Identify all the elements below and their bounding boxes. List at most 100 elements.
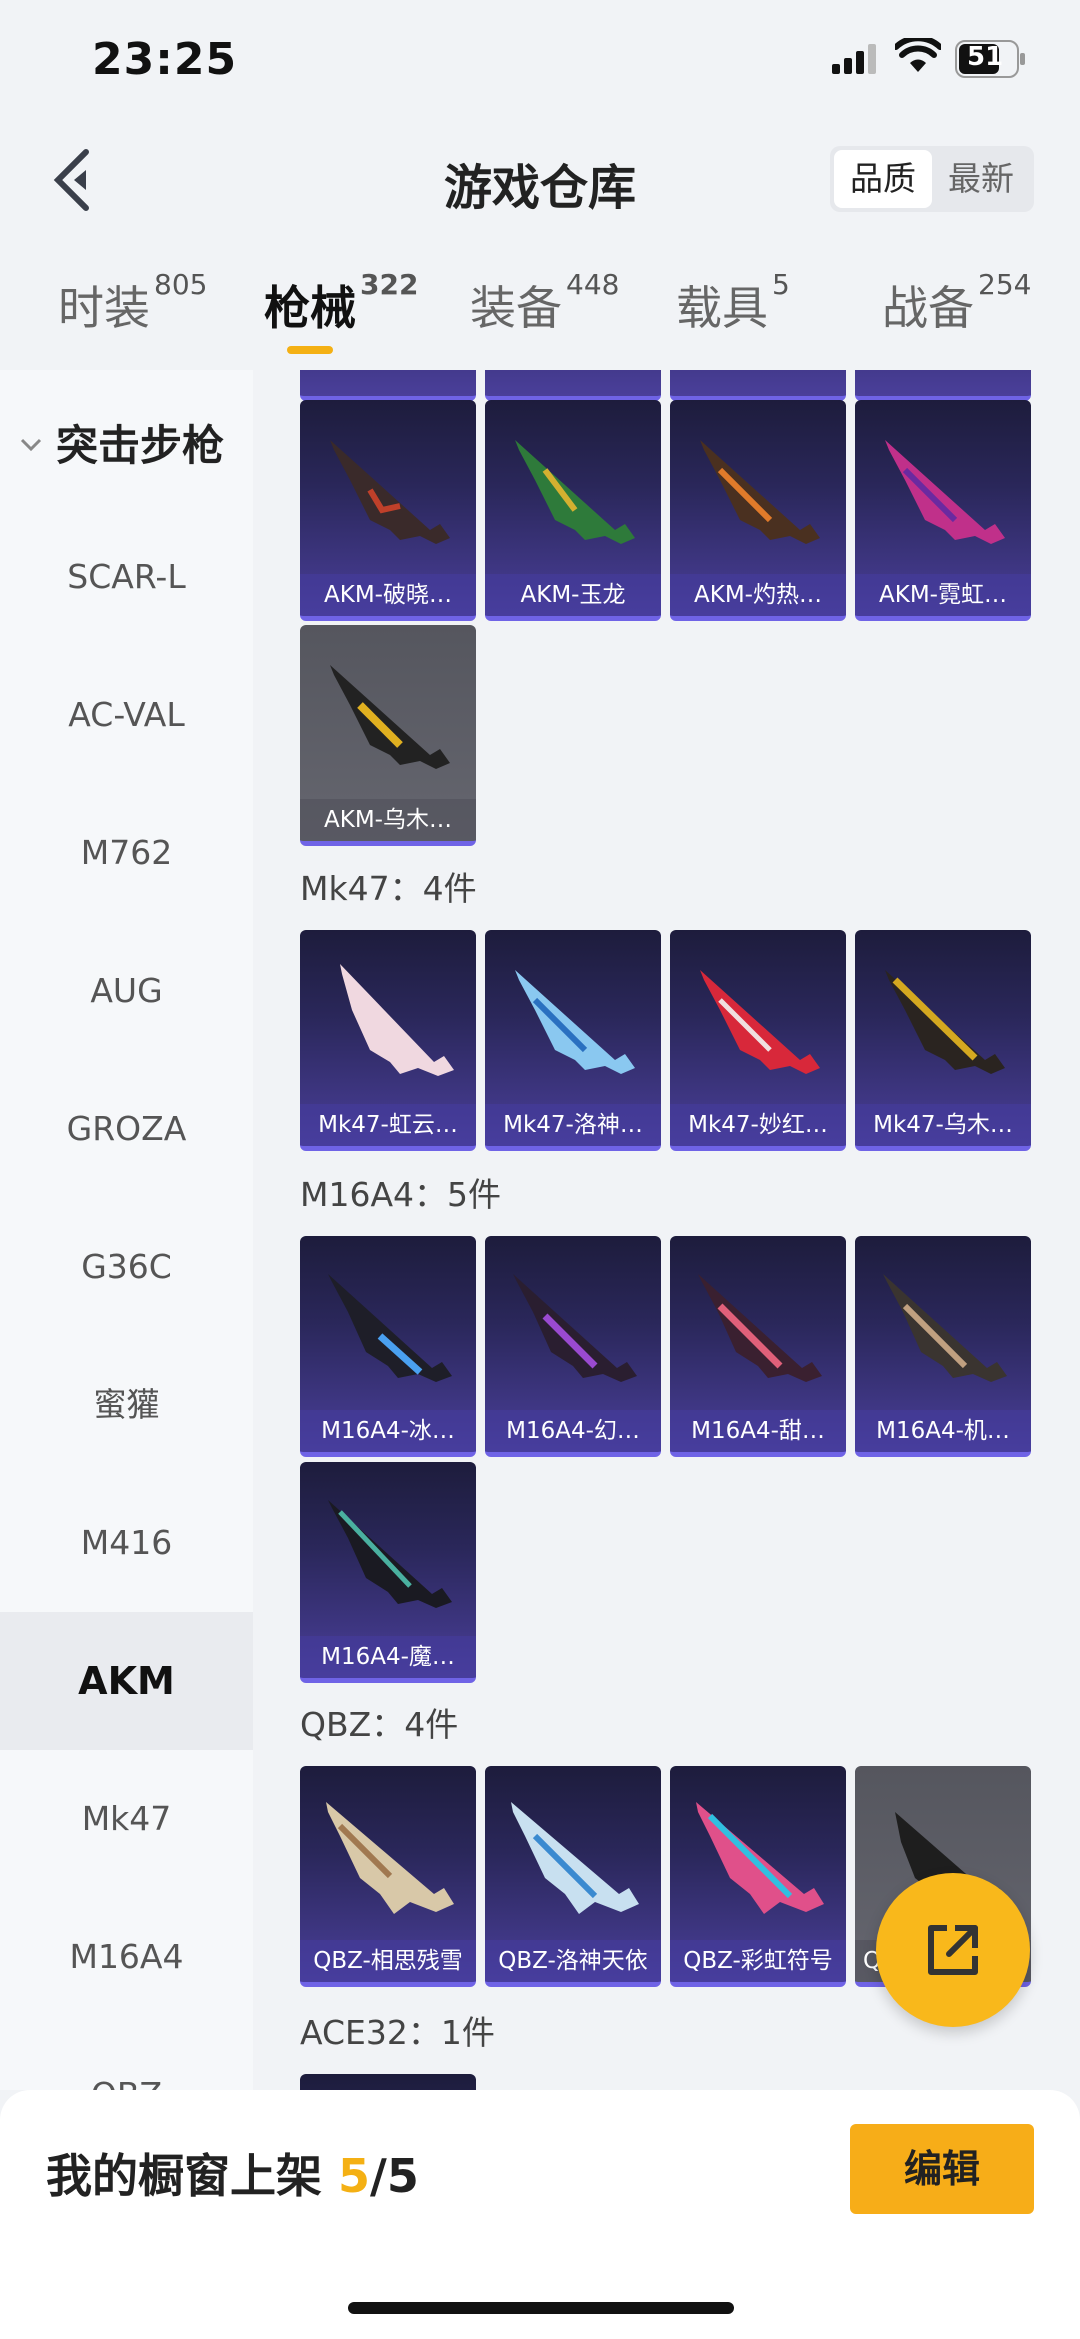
tab-guns[interactable]: 枪械 322 (264, 268, 418, 338)
sidebar-item-qbz[interactable]: QBZ (0, 2026, 253, 2090)
active-tab-indicator (287, 346, 333, 354)
skin-name: QBZ-洛神天依 (485, 1940, 661, 1982)
skin-card[interactable] (485, 370, 661, 401)
rifle-icon (700, 440, 820, 544)
skin-name: QBZ-彩虹符号 (670, 1940, 846, 1982)
tab-vehicles[interactable]: 载具 5 (676, 268, 790, 338)
section-title-ace32: ACE32：1件 (300, 2013, 495, 2052)
tab-count: 322 (360, 268, 419, 301)
skin-card[interactable]: M16A4-机… (855, 1236, 1031, 1457)
skin-card[interactable]: Mk47-洛神… (485, 930, 661, 1151)
skin-name: Mk47-妙红… (670, 1104, 846, 1146)
skin-name: M16A4-机… (855, 1410, 1031, 1452)
tab-label: 装备 (470, 281, 562, 335)
category-tabs: 时装 805 枪械 322 装备 448 载具 5 战备 254 (0, 262, 1080, 370)
sort-quality-button[interactable]: 品质 (834, 150, 932, 208)
section-title-qbz: QBZ：4件 (300, 1705, 459, 1744)
skin-name: AKM-灼热… (670, 574, 846, 616)
tab-fashion[interactable]: 时装 805 (58, 268, 207, 338)
skin-card[interactable]: QBZ-相思残雪 (300, 1766, 476, 1987)
sidebar-item-mk47[interactable]: Mk47 (0, 1750, 253, 1888)
skin-name: M16A4-幻… (485, 1410, 661, 1452)
skin-name: M16A4-冰… (300, 1410, 476, 1452)
nav-header: 游戏仓库 品质 最新 (0, 130, 1080, 230)
skin-card[interactable]: M16A4-甜… (670, 1236, 846, 1457)
edit-button[interactable]: 编辑 (850, 2124, 1034, 2214)
skin-card[interactable] (300, 370, 476, 401)
tab-equipment[interactable]: 装备 448 (470, 268, 619, 338)
rifle-icon (330, 440, 450, 544)
sidebar-item-akm[interactable]: AKM (0, 1612, 253, 1750)
tab-label: 战备 (882, 281, 974, 335)
rifle-icon (515, 970, 635, 1074)
rifle-icon (326, 1802, 454, 1914)
sidebar-item-scar-l[interactable]: SCAR-L (0, 508, 253, 646)
skin-card[interactable]: AKM-破晓… (300, 400, 476, 621)
tab-count: 5 (772, 268, 790, 301)
chevron-down-icon (20, 438, 42, 451)
share-external-icon (928, 1925, 978, 1975)
weapon-sidebar: 突击步枪 SCAR-L AC-VAL M762 AUG GROZA G36C 蜜… (0, 370, 253, 2090)
skin-card[interactable]: QBZ-洛神天依 (485, 1766, 661, 1987)
rifle-icon (885, 440, 1005, 544)
sidebar-item-g36c[interactable]: G36C (0, 1198, 253, 1336)
skin-card[interactable]: QBZ-彩虹符号 (670, 1766, 846, 1987)
skin-card[interactable]: M16A4-幻… (485, 1236, 661, 1457)
skin-name: AKM-霓虹… (855, 574, 1031, 616)
rifle-icon (328, 1274, 452, 1382)
rifle-icon (330, 665, 450, 769)
tab-label: 时装 (58, 281, 150, 335)
status-bar: 23:25 51 (0, 0, 1080, 120)
skin-card[interactable]: M16A4-魔… (300, 1462, 476, 1683)
skin-card[interactable] (855, 370, 1031, 401)
tab-count: 805 (154, 268, 208, 301)
skin-card[interactable]: AKM-霓虹… (855, 400, 1031, 621)
sidebar-category[interactable]: 突击步枪 (20, 412, 224, 473)
skin-name: AKM-破晓… (300, 574, 476, 616)
wifi-icon (895, 38, 941, 72)
skin-card[interactable]: AKM-玉龙 (485, 400, 661, 621)
battery-icon: 51 (955, 40, 1027, 78)
sidebar-item-m16a4[interactable]: M16A4 (0, 1888, 253, 2026)
sidebar-item-aug[interactable]: AUG (0, 922, 253, 1060)
share-fab-button[interactable] (876, 1873, 1030, 2027)
rifle-icon (700, 970, 820, 1074)
sidebar-item-groza[interactable]: GROZA (0, 1060, 253, 1198)
skin-name: Mk47-乌木… (855, 1104, 1031, 1146)
skin-grid: AKM-破晓… AKM-玉龙 AKM-灼热… AKM-霓虹… AKM-乌木… M… (253, 370, 1080, 2090)
rifle-icon (340, 964, 454, 1076)
rifle-icon (698, 1274, 822, 1382)
skin-card[interactable] (300, 2074, 476, 2090)
skin-name: AKM-玉龙 (485, 574, 661, 616)
section-title-m16a4: M16A4：5件 (300, 1175, 502, 1214)
sidebar-category-label: 突击步枪 (56, 421, 225, 470)
skin-card[interactable]: Mk47-乌木… (855, 930, 1031, 1151)
rifle-icon (696, 1802, 824, 1914)
home-indicator (348, 2302, 734, 2314)
skin-card[interactable] (670, 370, 846, 401)
sidebar-item-ac-val[interactable]: AC-VAL (0, 646, 253, 784)
skin-card[interactable]: Mk47-妙红… (670, 930, 846, 1151)
sidebar-item-honey-badger[interactable]: 蜜獾 (0, 1336, 253, 1474)
skin-card[interactable]: M16A4-冰… (300, 1236, 476, 1457)
rifle-icon (328, 1500, 452, 1608)
tab-label: 载具 (676, 281, 768, 335)
rifle-icon (515, 440, 635, 544)
skin-card[interactable]: AKM-乌木… (300, 625, 476, 846)
skin-card[interactable]: AKM-灼热… (670, 400, 846, 621)
skin-name: Mk47-洛神… (485, 1104, 661, 1146)
showcase-count: 5 (338, 2149, 371, 2203)
skin-name: QBZ-相思残雪 (300, 1940, 476, 1982)
tab-combat-gear[interactable]: 战备 254 (882, 268, 1031, 338)
sidebar-item-m762[interactable]: M762 (0, 784, 253, 922)
showcase-bar: 我的橱窗上架 5/5 编辑 (0, 2090, 1080, 2339)
sort-newest-button[interactable]: 最新 (932, 150, 1030, 208)
skin-name: Mk47-虹云… (300, 1104, 476, 1146)
status-time: 23:25 (92, 34, 238, 85)
rifle-icon (885, 970, 1005, 1074)
skin-name: AKM-乌木… (300, 799, 476, 841)
skin-card[interactable]: Mk47-虹云… (300, 930, 476, 1151)
tab-count: 254 (978, 268, 1032, 301)
sidebar-item-m416[interactable]: M416 (0, 1474, 253, 1612)
cellular-signal-icon (832, 44, 876, 74)
